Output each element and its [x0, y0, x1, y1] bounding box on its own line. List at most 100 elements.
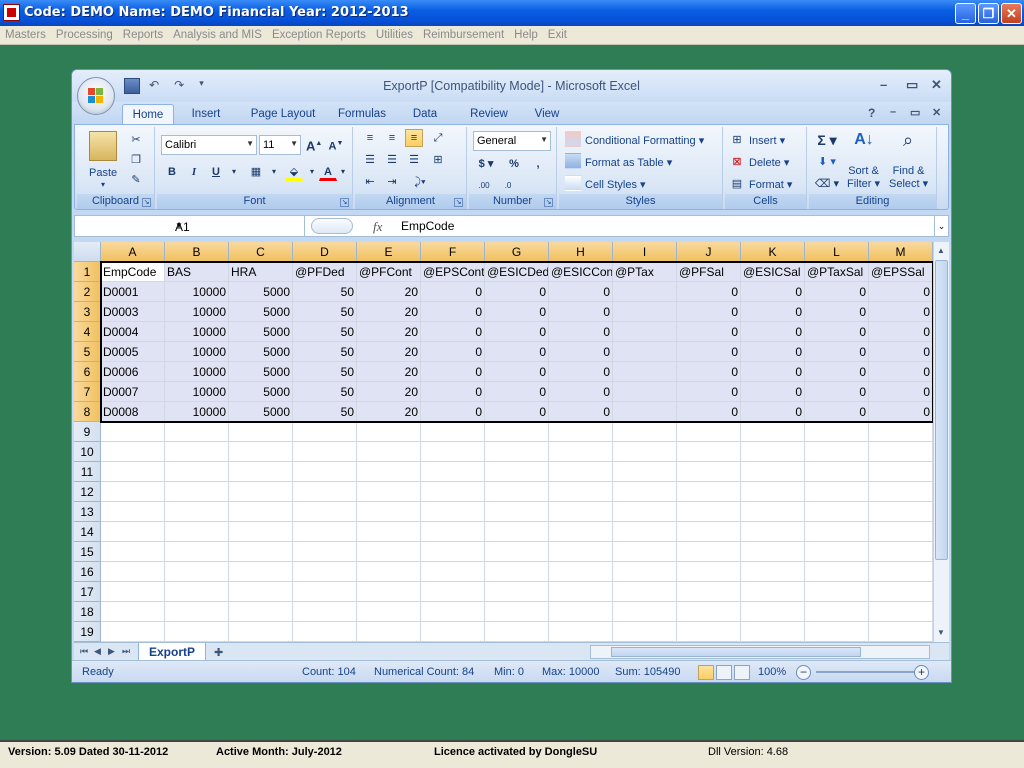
column-header-h[interactable]: H	[549, 242, 613, 262]
column-header-f[interactable]: F	[421, 242, 485, 262]
table-cell[interactable]: 0	[677, 322, 741, 342]
table-cell[interactable]	[485, 422, 549, 442]
app-icon[interactable]	[3, 4, 20, 21]
table-cell[interactable]: 50	[293, 302, 357, 322]
table-cell[interactable]	[357, 442, 421, 462]
last-sheet-icon[interactable]: ⏭	[122, 646, 130, 657]
format-button[interactable]: Format ▾	[749, 178, 792, 191]
table-cell[interactable]: 5000	[229, 342, 293, 362]
name-box[interactable]: A1 ▼	[75, 216, 305, 236]
table-cell[interactable]	[293, 562, 357, 582]
delete-button[interactable]: Delete ▾	[749, 156, 789, 169]
table-cell[interactable]	[229, 462, 293, 482]
page-layout-view-icon[interactable]	[716, 665, 732, 680]
table-cell[interactable]: 0	[421, 282, 485, 302]
table-cell[interactable]: 20	[357, 382, 421, 402]
header-cell[interactable]: @EPSCont	[421, 262, 485, 282]
table-cell[interactable]: 0	[869, 322, 933, 342]
table-cell[interactable]	[165, 462, 229, 482]
table-cell[interactable]	[869, 622, 933, 642]
table-cell[interactable]: 50	[293, 402, 357, 422]
table-cell[interactable]: 0	[485, 322, 549, 342]
table-cell[interactable]: D0003	[101, 302, 165, 322]
autosum-icon[interactable]: Σ ▾	[813, 131, 841, 149]
zoom-out-icon[interactable]: −	[796, 665, 811, 680]
table-cell[interactable]: 10000	[165, 342, 229, 362]
table-cell[interactable]: 0	[421, 402, 485, 422]
column-header-m[interactable]: M	[869, 242, 933, 262]
orientation-icon[interactable]: ⤢	[429, 129, 447, 147]
table-cell[interactable]	[613, 522, 677, 542]
table-cell[interactable]	[549, 502, 613, 522]
table-cell[interactable]	[293, 502, 357, 522]
table-cell[interactable]: 0	[805, 302, 869, 322]
vertical-scrollbar[interactable]: ▲ ▼	[933, 242, 949, 642]
table-cell[interactable]: 0	[805, 322, 869, 342]
table-cell[interactable]	[869, 582, 933, 602]
cell-styles-button[interactable]: Cell Styles ▾	[585, 178, 646, 191]
vertical-scroll-thumb[interactable]	[935, 260, 948, 560]
copy-icon[interactable]: ❐	[127, 151, 145, 169]
row-header-18[interactable]: 18	[74, 602, 101, 622]
table-cell[interactable]	[421, 622, 485, 642]
table-cell[interactable]: 0	[741, 322, 805, 342]
table-cell[interactable]: 10000	[165, 382, 229, 402]
table-cell[interactable]	[613, 442, 677, 462]
table-cell[interactable]	[869, 502, 933, 522]
table-cell[interactable]	[101, 562, 165, 582]
table-cell[interactable]: 0	[677, 342, 741, 362]
italic-icon[interactable]: I	[185, 163, 203, 181]
column-header-i[interactable]: I	[613, 242, 677, 262]
minimize-button[interactable]: _	[955, 3, 976, 24]
table-cell[interactable]	[357, 422, 421, 442]
table-cell[interactable]: 0	[869, 302, 933, 322]
close-button[interactable]: ✕	[1001, 3, 1022, 24]
table-cell[interactable]	[165, 482, 229, 502]
column-header-c[interactable]: C	[229, 242, 293, 262]
table-cell[interactable]: 20	[357, 322, 421, 342]
table-cell[interactable]	[357, 502, 421, 522]
header-cell[interactable]: @ESICCont	[549, 262, 613, 282]
row-header-12[interactable]: 12	[74, 482, 101, 502]
table-cell[interactable]: 0	[549, 302, 613, 322]
column-header-b[interactable]: B	[165, 242, 229, 262]
table-cell[interactable]	[101, 442, 165, 462]
table-cell[interactable]: 20	[357, 282, 421, 302]
table-cell[interactable]	[805, 422, 869, 442]
menu-item-processing[interactable]: Processing	[51, 26, 118, 41]
table-cell[interactable]	[613, 502, 677, 522]
table-cell[interactable]	[741, 602, 805, 622]
horizontal-scroll-thumb[interactable]	[611, 647, 861, 657]
table-cell[interactable]: 0	[741, 402, 805, 422]
table-cell[interactable]	[613, 342, 677, 362]
table-cell[interactable]	[677, 602, 741, 622]
table-cell[interactable]: 0	[485, 282, 549, 302]
table-cell[interactable]	[677, 462, 741, 482]
header-cell[interactable]: HRA	[229, 262, 293, 282]
font-name-combo[interactable]: Calibri ▼	[161, 135, 257, 155]
column-header-k[interactable]: K	[741, 242, 805, 262]
table-cell[interactable]	[741, 582, 805, 602]
row-header-4[interactable]: 4	[74, 322, 101, 342]
table-cell[interactable]	[677, 442, 741, 462]
column-header-g[interactable]: G	[485, 242, 549, 262]
table-cell[interactable]	[869, 542, 933, 562]
table-cell[interactable]	[613, 562, 677, 582]
table-cell[interactable]	[677, 482, 741, 502]
table-cell[interactable]	[805, 582, 869, 602]
insert-function-icon[interactable]: fx	[373, 219, 382, 235]
table-cell[interactable]	[229, 582, 293, 602]
font-launcher-icon[interactable]: ↘	[340, 198, 349, 207]
table-cell[interactable]	[293, 522, 357, 542]
table-cell[interactable]	[101, 602, 165, 622]
column-header-e[interactable]: E	[357, 242, 421, 262]
table-cell[interactable]: 20	[357, 362, 421, 382]
table-cell[interactable]: 50	[293, 342, 357, 362]
row-header-13[interactable]: 13	[74, 502, 101, 522]
increase-decimal-icon[interactable]: .00	[473, 177, 495, 195]
column-header-d[interactable]: D	[293, 242, 357, 262]
table-cell[interactable]	[421, 462, 485, 482]
borders-icon[interactable]: ▦	[247, 163, 265, 181]
table-cell[interactable]	[549, 442, 613, 462]
table-cell[interactable]	[165, 602, 229, 622]
